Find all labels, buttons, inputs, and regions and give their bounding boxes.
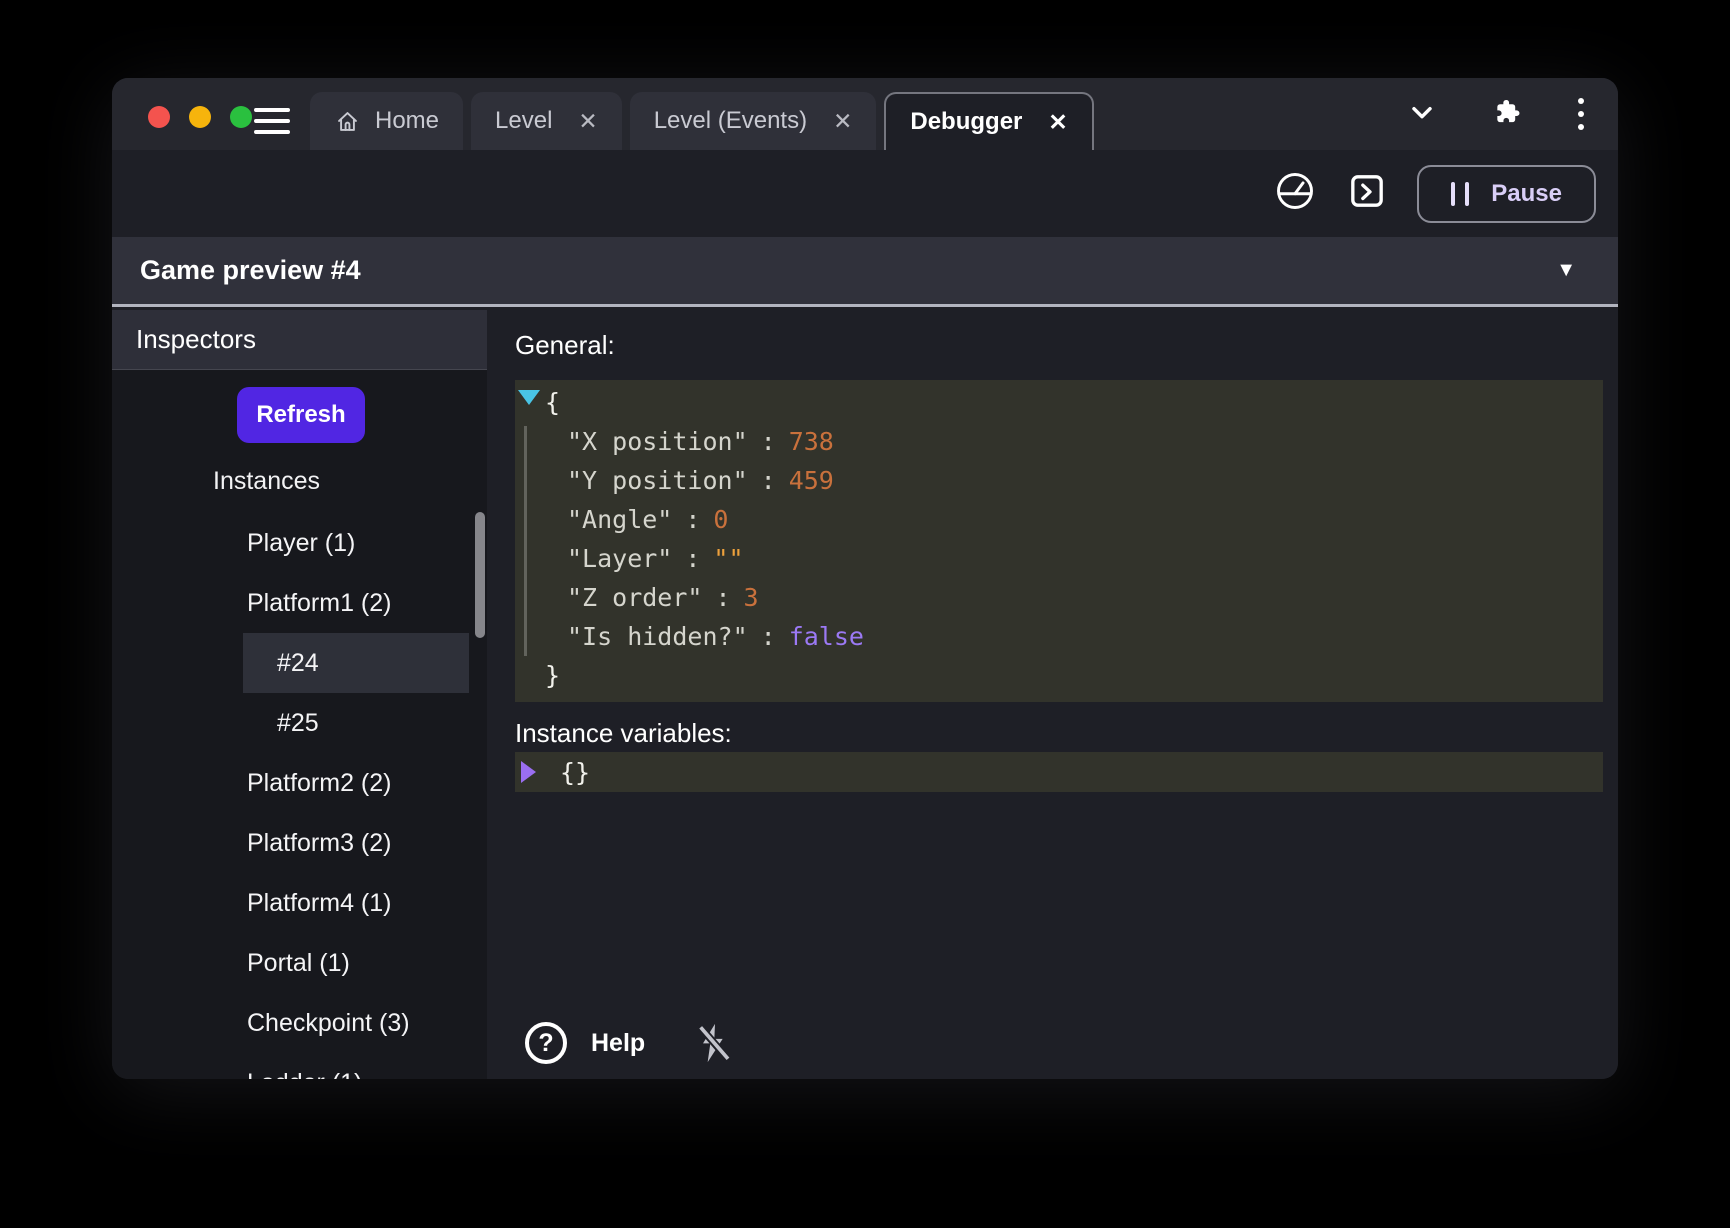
json-key: "Z order" — [567, 583, 702, 612]
tab-label: Level (Events) — [654, 107, 807, 135]
json-entry-layer: "Layer":"" — [515, 539, 1603, 578]
maximize-window-button[interactable] — [230, 106, 252, 128]
expander-collapsed-icon[interactable] — [521, 761, 536, 783]
json-entry-y-position: "Y position":459 — [515, 461, 1603, 500]
json-entry-x-position: "X position":738 — [515, 422, 1603, 461]
extensions-puzzle-icon[interactable] — [1492, 96, 1524, 133]
titlebar: Home Level ✕ Level (Events) ✕ Debugger ✕ — [112, 78, 1618, 150]
json-open-brace: { — [515, 383, 1603, 422]
debugger-toolbar: Pause — [112, 150, 1618, 237]
tree-item-25[interactable]: #25 — [112, 693, 487, 753]
home-icon — [334, 108, 361, 135]
inspectors-list: Refresh Instances Player (1) Platform1 (… — [112, 370, 487, 1079]
tab-level-events[interactable]: Level (Events) ✕ — [630, 92, 877, 150]
tab-level[interactable]: Level ✕ — [471, 92, 622, 150]
instances-group-label[interactable]: Instances — [213, 467, 320, 496]
tab-home[interactable]: Home — [310, 92, 463, 150]
json-entry-is-hidden: "Is hidden?":false — [515, 617, 1603, 656]
tree-item-platform4[interactable]: Platform4 (1) — [112, 873, 487, 933]
inspectors-sidebar: Inspectors Refresh Instances Player (1) … — [112, 310, 487, 1079]
inspectors-title: Inspectors — [136, 324, 256, 355]
tab-label: Home — [375, 107, 439, 135]
json-close-brace: } — [515, 656, 1603, 695]
close-icon[interactable]: ✕ — [1048, 109, 1067, 136]
close-window-button[interactable] — [148, 106, 170, 128]
json-key: "X position" — [567, 427, 748, 456]
game-preview-header[interactable]: Game preview #4 ▼ — [112, 237, 1618, 307]
json-value: 0 — [713, 505, 728, 534]
json-entry-angle: "Angle":0 — [515, 500, 1603, 539]
instance-variables-viewer: {} — [515, 752, 1603, 792]
json-key: "Angle" — [567, 505, 672, 534]
tab-label: Level — [495, 107, 552, 135]
expander-open-icon[interactable] — [518, 390, 540, 405]
tree-item-ladder[interactable]: Ladder (1) — [112, 1053, 487, 1079]
pause-label: Pause — [1491, 180, 1562, 208]
json-value: 3 — [744, 583, 759, 612]
flash-off-icon[interactable] — [693, 1020, 733, 1066]
json-entry-z-order: "Z order":3 — [515, 578, 1603, 617]
json-value: "" — [713, 544, 743, 573]
json-key: "Layer" — [567, 544, 672, 573]
sidebar-scrollbar[interactable] — [475, 512, 485, 638]
json-value: 738 — [789, 427, 834, 456]
app-window: Home Level ✕ Level (Events) ✕ Debugger ✕ — [112, 78, 1618, 1079]
tree-item-platform2[interactable]: Platform2 (2) — [112, 753, 487, 813]
minimize-window-button[interactable] — [189, 106, 211, 128]
instance-variables-heading: Instance variables: — [515, 718, 732, 749]
json-key: "Is hidden?" — [567, 622, 748, 651]
hamburger-menu-icon[interactable] — [254, 108, 290, 134]
traffic-lights — [148, 106, 252, 128]
refresh-button[interactable]: Refresh — [237, 387, 365, 443]
chevron-down-icon[interactable] — [1406, 96, 1438, 133]
tree-item-24[interactable]: #24 — [243, 633, 469, 693]
json-value: false — [789, 622, 864, 651]
game-preview-title: Game preview #4 — [140, 255, 361, 286]
tree-item-player[interactable]: Player (1) — [112, 513, 487, 573]
inspector-detail-panel: General: { "X position":738 "Y position"… — [487, 310, 1618, 1079]
caret-down-icon[interactable]: ▼ — [1556, 259, 1576, 282]
tab-bar: Home Level ✕ Level (Events) ✕ Debugger ✕ — [310, 92, 1102, 150]
variables-value: {} — [560, 758, 590, 787]
close-icon[interactable]: ✕ — [578, 108, 597, 135]
json-key: "Y position" — [567, 466, 748, 495]
tree-item-platform3[interactable]: Platform3 (2) — [112, 813, 487, 873]
profiler-speedometer-icon[interactable] — [1273, 169, 1317, 218]
tab-debugger[interactable]: Debugger ✕ — [884, 92, 1093, 150]
indent-guide — [524, 426, 527, 656]
help-button[interactable]: Help — [591, 1029, 645, 1058]
instances-tree: Player (1) Platform1 (2) #24 #25 Platfor… — [112, 513, 487, 1079]
titlebar-actions — [1406, 78, 1584, 150]
tab-label: Debugger — [910, 108, 1022, 136]
pause-icon — [1451, 182, 1469, 206]
tree-item-platform1[interactable]: Platform1 (2) — [112, 573, 487, 633]
inspectors-header: Inspectors — [112, 310, 487, 370]
close-icon[interactable]: ✕ — [833, 108, 852, 135]
tree-item-portal[interactable]: Portal (1) — [112, 933, 487, 993]
json-value: 459 — [789, 466, 834, 495]
pause-button[interactable]: Pause — [1417, 165, 1596, 223]
console-icon[interactable] — [1347, 171, 1387, 216]
general-heading: General: — [515, 330, 615, 361]
kebab-menu-icon[interactable] — [1578, 98, 1584, 130]
debugger-content: Inspectors Refresh Instances Player (1) … — [112, 310, 1618, 1079]
bottom-actions: ? Help — [525, 1020, 733, 1066]
general-json-viewer: { "X position":738 "Y position":459 "Ang… — [515, 380, 1603, 702]
tree-item-checkpoint[interactable]: Checkpoint (3) — [112, 993, 487, 1053]
help-question-icon[interactable]: ? — [525, 1022, 567, 1064]
